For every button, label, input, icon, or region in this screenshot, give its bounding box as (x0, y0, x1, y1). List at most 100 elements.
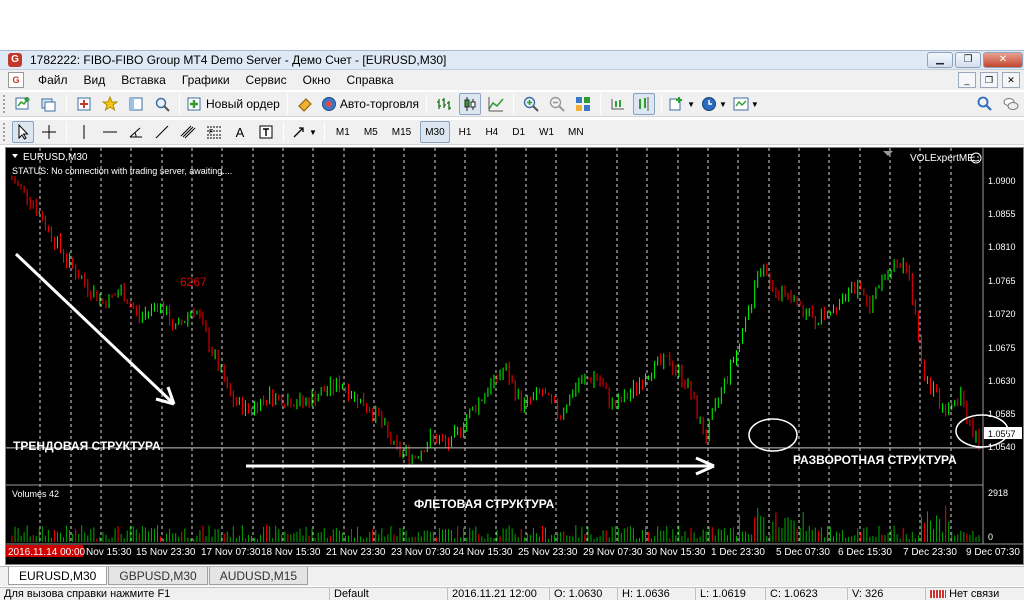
periods-icon[interactable]: ▼ (700, 93, 728, 115)
candlestick-series (11, 175, 980, 468)
text-tool-label: A (235, 124, 245, 140)
search-icon[interactable] (974, 93, 996, 115)
time-tick: 9 Dec 07:30 (966, 547, 1020, 558)
connection-label: Нет связи (949, 588, 1000, 600)
text-label-icon[interactable] (255, 121, 277, 143)
autotrading-label: Авто-торговля (339, 97, 420, 111)
time-tick: 6 Dec 15:30 (838, 547, 892, 558)
menu-window[interactable]: Окно (295, 73, 339, 87)
timeframe-m5[interactable]: M5 (359, 121, 383, 143)
status-high: H: 1.0636 (618, 588, 696, 600)
chart-minimize-button[interactable]: _ (958, 72, 976, 88)
time-scale: 2016.11.14 00:00 Nov 15:30 15 Nov 23:30 … (8, 547, 1020, 558)
flat-structure-label: ФЛЕТОВАЯ СТРУКТУРА (414, 497, 555, 511)
indicators-icon[interactable]: ▼ (668, 93, 696, 115)
market-watch-icon[interactable] (73, 93, 95, 115)
timeframe-d1[interactable]: D1 (507, 121, 530, 143)
toolbar-separator (286, 94, 288, 114)
vertical-line-icon[interactable] (73, 121, 95, 143)
toolbar-separator (179, 94, 180, 114)
chart-window[interactable]: 1.0900 1.0855 1.0810 1.0765 1.0720 1.067… (5, 147, 1024, 565)
menu-charts[interactable]: Графики (174, 73, 238, 87)
tab-audusd-m15[interactable]: AUDUSD,M15 (208, 567, 309, 585)
status-datetime: 2016.11.21 12:00 (448, 588, 550, 600)
tab-gbpusd-m30[interactable]: GBPUSD,M30 (108, 567, 208, 585)
maximize-button[interactable]: ❐ (955, 52, 981, 68)
autotrading-button[interactable]: Авто-торговля (320, 93, 420, 115)
metaeditor-icon[interactable] (294, 93, 316, 115)
menu-insert[interactable]: Вставка (113, 73, 174, 87)
navigator-icon[interactable] (125, 93, 147, 115)
zoom-out-icon[interactable] (546, 93, 568, 115)
timeframe-h4[interactable]: H4 (480, 121, 503, 143)
timeframe-m1[interactable]: M1 (331, 121, 355, 143)
chart-shift-icon[interactable] (633, 93, 656, 115)
price-tick: 1.0855 (988, 209, 1016, 219)
price-chart[interactable]: 1.0900 1.0855 1.0810 1.0765 1.0720 1.067… (6, 148, 1023, 564)
price-tick: 1.0675 (988, 343, 1016, 353)
timeframe-m30[interactable]: M30 (420, 121, 450, 143)
svg-text:F: F (209, 129, 213, 136)
strategy-tester-icon[interactable] (151, 93, 173, 115)
time-tick: 2016.11.14 00:00 (8, 547, 86, 558)
chart-shift-marker-icon (883, 151, 893, 156)
chat-icon[interactable] (1000, 93, 1022, 115)
time-tick: 21 Nov 23:30 (326, 547, 386, 558)
status-volume: V: 326 (848, 588, 926, 600)
menu-file[interactable]: Файл (30, 73, 76, 87)
autoscroll-icon[interactable] (607, 93, 629, 115)
cursor-icon[interactable] (12, 121, 34, 143)
profiles-icon[interactable] (38, 93, 60, 115)
volume-bars (11, 505, 980, 542)
close-button[interactable]: ✕ (983, 52, 1023, 68)
menu-view[interactable]: Вид (76, 73, 114, 87)
connection-status-text: STATUS: No connection with trading serve… (12, 166, 232, 176)
toolbar-separator (283, 122, 284, 142)
timeframe-m15[interactable]: M15 (387, 121, 416, 143)
bar-chart-icon[interactable] (433, 93, 455, 115)
status-low: L: 1.0619 (696, 588, 766, 600)
volume-tick: 2918 (988, 488, 1008, 498)
metatrader-window: G 1782222: FIBO-FIBO Group MT4 Demo Serv… (0, 0, 1024, 600)
toolbar-grip (3, 123, 6, 141)
price-tick: 1.0540 (988, 442, 1016, 452)
chart-close-button[interactable]: ✕ (1002, 72, 1020, 88)
angle-line-icon[interactable] (125, 121, 147, 143)
arrows-icon[interactable]: ▼ (290, 121, 318, 143)
new-order-button[interactable]: Новый ордер (186, 93, 281, 115)
candlestick-chart-icon[interactable] (459, 93, 482, 115)
chart-restore-button[interactable]: ❐ (980, 72, 998, 88)
tile-windows-icon[interactable] (572, 93, 594, 115)
zoom-in-icon[interactable] (520, 93, 542, 115)
time-tick: 18 Nov 15:30 (261, 547, 321, 558)
text-tool-icon[interactable]: A (229, 121, 251, 143)
status-open: O: 1.0630 (550, 588, 618, 600)
trendline-icon[interactable] (151, 121, 173, 143)
time-tick: 7 Dec 23:30 (903, 547, 957, 558)
tab-eurusd-m30[interactable]: EURUSD,M30 (8, 567, 108, 585)
templates-icon[interactable]: ▼ (732, 93, 760, 115)
reversal-structure-label: РАЗВОРОТНАЯ СТРУКТУРА (793, 453, 957, 467)
timeframe-w1[interactable]: W1 (534, 121, 559, 143)
line-chart-icon[interactable] (485, 93, 507, 115)
toolbar-separator (513, 94, 515, 114)
chart-window-icon[interactable]: G (8, 72, 24, 88)
horizontal-line-icon[interactable] (99, 121, 121, 143)
chart-menu-triangle-icon[interactable] (12, 154, 18, 158)
status-bar: Для вызова справки нажмите F1 Default 20… (0, 587, 1024, 600)
new-chart-icon[interactable] (12, 93, 34, 115)
crosshair-icon[interactable] (38, 121, 60, 143)
no-connection-icon (930, 590, 946, 599)
data-window-icon[interactable] (99, 93, 121, 115)
price-scale: 1.0900 1.0855 1.0810 1.0765 1.0720 1.067… (988, 176, 1016, 542)
minimize-button[interactable]: ▁ (927, 52, 953, 68)
expert-advisor-label: VOLExpertME (910, 153, 974, 164)
window-title: 1782222: FIBO-FIBO Group MT4 Demo Server… (30, 53, 447, 67)
fibonacci-icon[interactable]: F (203, 121, 225, 143)
menu-help[interactable]: Справка (339, 73, 402, 87)
standard-toolbar: Новый ордер Авто-торговля ▼ ▼ ▼ (0, 91, 1024, 117)
channel-icon[interactable] (177, 121, 199, 143)
menu-tools[interactable]: Сервис (238, 73, 295, 87)
timeframe-h1[interactable]: H1 (454, 121, 477, 143)
timeframe-mn[interactable]: MN (563, 121, 589, 143)
